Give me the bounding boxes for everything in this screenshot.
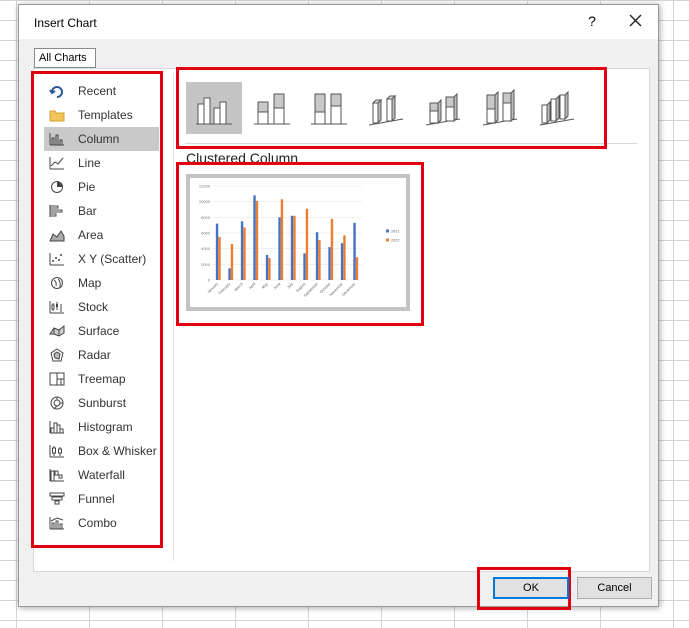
close-icon[interactable] — [626, 11, 646, 31]
cancel-button[interactable]: Cancel — [577, 577, 652, 599]
dialog-titlebar: Insert Chart ? — [19, 5, 658, 39]
subtype-highlight-box — [176, 67, 607, 149]
help-button[interactable]: ? — [584, 13, 600, 31]
insert-chart-dialog: Insert Chart ? All Charts Recent Template… — [18, 4, 659, 610]
panel-divider — [173, 73, 174, 561]
chart-type-highlight-box — [31, 71, 163, 548]
tab-all-charts[interactable]: All Charts — [34, 48, 96, 68]
dialog-title: Insert Chart — [34, 16, 97, 30]
preview-highlight-box — [176, 162, 424, 326]
ok-button[interactable]: OK — [493, 577, 569, 599]
